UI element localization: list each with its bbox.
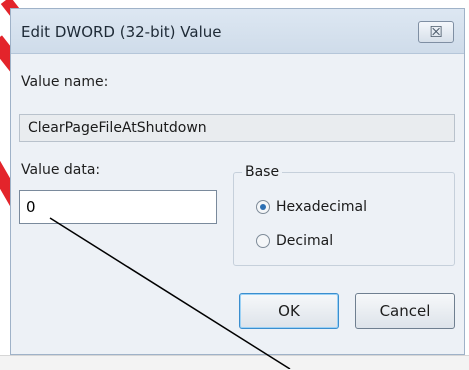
annotation-pointer-line [49,217,291,369]
annotation-line [49,217,291,369]
